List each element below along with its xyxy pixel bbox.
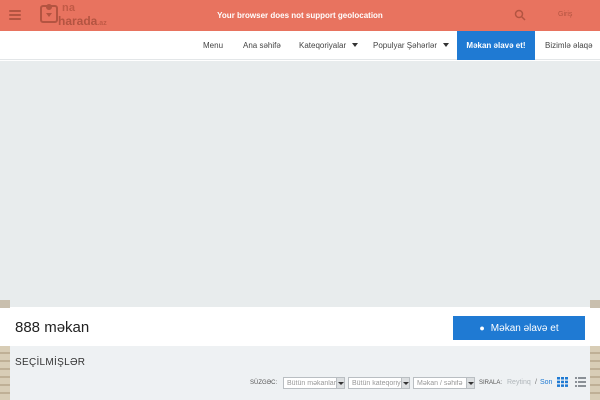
sort-separator: / [535, 379, 537, 386]
sort-latest-link[interactable]: Son [540, 379, 552, 386]
featured-title: SEÇİLMİŞLƏR [15, 357, 86, 368]
chevron-down-icon [336, 378, 344, 388]
map-edge-decoration [590, 300, 600, 308]
main-nav: Menu Ana səhifə Kateqoriyalar Populyar Ş… [0, 31, 600, 60]
filter-label: SÜZGƏC: [250, 380, 278, 386]
side-decoration-left [0, 346, 10, 400]
filter-categories-select[interactable]: Bütün kateqoriyalar [348, 377, 410, 389]
featured-section [0, 346, 600, 400]
search-icon[interactable] [514, 9, 526, 21]
chevron-down-icon [401, 378, 409, 388]
nav-item-home[interactable]: Ana səhifə [243, 31, 281, 60]
nav-item-menu[interactable]: Menu [203, 31, 223, 60]
add-place-button[interactable]: ● Məkan əlavə et [453, 316, 585, 340]
map-area[interactable] [0, 61, 600, 307]
nav-item-contact[interactable]: Bizimlə əlaqə [545, 31, 593, 60]
nav-item-popular-cities[interactable]: Populyar Şəhərlər [373, 31, 450, 60]
listing-count-bar: 888 məkan ● Məkan əlavə et [0, 308, 600, 346]
map-edge-decoration [0, 300, 10, 308]
grid-view-icon[interactable] [557, 377, 568, 387]
login-link[interactable]: Giriş [558, 11, 572, 18]
side-decoration-right [590, 346, 600, 400]
list-view-icon[interactable] [575, 377, 586, 387]
geolocation-message: Your browser does not support geolocatio… [217, 11, 383, 20]
chevron-down-icon [443, 43, 450, 47]
chevron-down-icon [352, 43, 359, 47]
map-marker-icon: ● [479, 323, 485, 333]
add-place-nav-button[interactable]: Məkan əlavə et! [457, 31, 535, 60]
sort-label: SIRALA: [479, 380, 503, 386]
sort-rating-link[interactable]: Reytinq [507, 379, 531, 386]
nav-item-categories[interactable]: Kateqoriyalar [299, 31, 359, 60]
chevron-down-icon [466, 378, 474, 388]
place-count: 888 məkan [15, 319, 90, 336]
filter-per-page-select[interactable]: Məkan / səhifə [413, 377, 475, 389]
filter-places-select[interactable]: Bütün məkanlar [283, 377, 345, 389]
top-bar: na harada.az Your browser does not suppo… [0, 0, 600, 31]
